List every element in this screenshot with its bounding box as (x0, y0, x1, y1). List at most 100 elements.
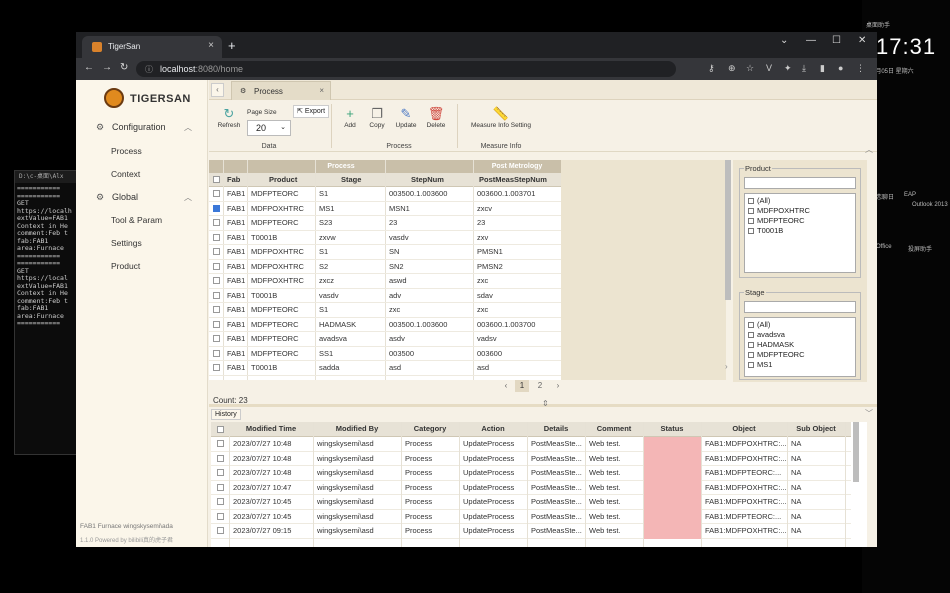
stage-search-input[interactable] (744, 301, 856, 313)
close-window-icon[interactable]: ✕ (858, 35, 866, 46)
tab-search-icon[interactable]: ⌄ (780, 35, 788, 46)
row-checkbox[interactable] (213, 335, 220, 342)
row-checkbox[interactable] (217, 512, 224, 520)
stage-option[interactable]: HADMASK (748, 340, 794, 349)
tab-process[interactable]: ⚙ Process × (231, 81, 331, 100)
browser-tab[interactable]: TigerSan × (82, 36, 222, 58)
row-checkbox[interactable] (217, 527, 224, 534)
checkbox[interactable] (748, 322, 754, 328)
row-checkbox[interactable] (213, 306, 220, 313)
download-icon[interactable]: ⤓ (802, 63, 806, 74)
zoom-icon[interactable]: ⊕ (728, 63, 736, 74)
table-row[interactable]: FAB1 T0001B vasdv adv sdav (209, 289, 561, 303)
checkbox[interactable] (748, 228, 754, 234)
checkbox[interactable] (748, 342, 754, 348)
next-page-icon[interactable]: › (551, 380, 565, 392)
history-row[interactable]: 2023/07/27 10:45 wingskysemi\asd Process Up… (211, 509, 851, 524)
checkbox[interactable] (748, 332, 754, 338)
bookmark-star-icon[interactable]: ☆ (746, 63, 754, 74)
table-row[interactable]: FAB1 MDFPTEORC SS1 003500 003600 (209, 347, 561, 361)
stage-option[interactable]: MDFPTEORC (748, 350, 805, 359)
stage-option[interactable]: MS1 (748, 360, 772, 369)
row-checkbox[interactable] (213, 233, 220, 241)
row-checkbox[interactable] (213, 349, 220, 357)
col-header-product[interactable]: Product (269, 173, 329, 187)
measure-info-setting-button[interactable]: 📏 Measure Info Setting (463, 106, 539, 129)
table-row[interactable]: FAB1 MDFPOXHTRC MS1 MSN1 zxcv (209, 202, 561, 216)
page-size-select[interactable]: 20 ⌄ (247, 120, 291, 136)
forward-icon[interactable]: → (102, 62, 112, 73)
table-row[interactable]: FAB1 MDFPTEORC S1 zxc zxc (209, 303, 561, 318)
row-checkbox[interactable] (213, 262, 220, 270)
url-field[interactable]: ⓘ localhost:8080/home (136, 61, 676, 77)
drag-handle-icon[interactable]: ⇕ (542, 399, 549, 408)
extensions-icon[interactable]: ✦ (784, 63, 792, 74)
table-row[interactable]: FAB1 MDFPOXHTRC S2 SN2 PMSN2 (209, 260, 561, 274)
history-row[interactable]: 2023/07/27 10:48 wingskysemi\asd Process Up… (211, 451, 851, 466)
sidebar-item-process[interactable]: Process (111, 146, 142, 156)
close-tab-icon[interactable]: × (208, 40, 214, 51)
checkbox[interactable] (748, 352, 754, 358)
row-checkbox[interactable] (217, 469, 224, 476)
reload-icon[interactable]: ↻ (120, 62, 128, 73)
row-checkbox[interactable] (217, 440, 224, 447)
table-row[interactable]: FAB1 MDFPTEORC HADMASK 003500.1.003600 00360… (209, 318, 561, 332)
col-header-action[interactable]: Action (459, 422, 527, 436)
history-row[interactable]: 2023/07/27 10:45 wingskysemi\asd Process Up… (211, 495, 851, 510)
checkbox[interactable] (748, 362, 754, 368)
sidebar-item-settings[interactable]: Settings (111, 238, 142, 248)
col-header-modified-by[interactable]: Modified By (313, 422, 401, 436)
desktop-icon-3[interactable]: Outlook 2013 (912, 202, 948, 208)
row-checkbox[interactable] (213, 291, 220, 299)
export-button[interactable]: ⇱ Export (293, 105, 330, 118)
table-row[interactable]: FAB1 T0001B sadda asd asd (209, 361, 561, 376)
col-header-fab[interactable]: Fab (227, 173, 247, 187)
grid-scrollbar[interactable] (725, 160, 731, 300)
refresh-button[interactable]: ↻ Refresh (215, 106, 243, 129)
site-info-icon[interactable]: ⓘ (145, 64, 153, 75)
col-header-stepnum[interactable]: StepNum (411, 173, 461, 187)
chevron-down-icon[interactable]: ﹀ (865, 408, 873, 419)
add-button[interactable]: + Add (339, 106, 361, 129)
product-option[interactable]: MDFPOXHTRC (748, 206, 810, 215)
row-checkbox[interactable] (213, 204, 220, 212)
col-header-object[interactable]: Object (701, 422, 787, 436)
tab-history[interactable]: History (211, 409, 241, 420)
copy-button[interactable]: ❐ Copy (365, 106, 389, 129)
col-header-comment[interactable]: Comment (585, 422, 643, 436)
menu-icon[interactable]: ⋮ (856, 63, 865, 74)
prev-page-icon[interactable]: ‹ (499, 380, 513, 392)
table-row[interactable]: FAB1 MDFPTEORC S23 23 23 (209, 216, 561, 231)
chevron-left-icon[interactable]: ‹ (211, 83, 224, 97)
history-scrollbar[interactable] (853, 422, 859, 482)
col-header-modified-time[interactable]: Modified Time (229, 422, 313, 436)
sidebar-item-tool-param[interactable]: Tool & Param (111, 215, 162, 225)
col-header-sub-object[interactable]: Sub Object (787, 422, 845, 436)
history-row[interactable]: 2023/07/27 10:48 wingskysemi\asd Process Up… (211, 466, 851, 481)
checkbox[interactable] (748, 208, 754, 214)
row-checkbox[interactable] (217, 498, 224, 505)
page-2[interactable]: 2 (533, 380, 547, 392)
maximize-icon[interactable]: ☐ (832, 35, 841, 46)
row-checkbox[interactable] (217, 454, 224, 462)
console-window[interactable]: D:\c-桌面\Alx =========== =========== GET htt… (14, 170, 80, 455)
update-button[interactable]: ✎ Update (392, 106, 420, 129)
col-header-status[interactable]: Status (643, 422, 701, 436)
sidepanel-icon[interactable]: ▮ (820, 63, 825, 74)
minimize-icon[interactable]: — (806, 35, 816, 46)
stage-option[interactable]: avadsva (748, 330, 785, 339)
history-row[interactable]: 2023/07/27 10:47 wingskysemi\asd Process Up… (211, 480, 851, 495)
nav-group-global[interactable]: ⚙ Global ︿ (96, 192, 196, 204)
desktop-icon-4[interactable]: Office (876, 244, 892, 250)
nav-group-configuration[interactable]: ⚙ Configuration ︿ (96, 122, 196, 134)
col-header-category[interactable]: Category (401, 422, 459, 436)
row-checkbox[interactable] (213, 190, 220, 197)
desktop-icon-1[interactable]: 恋聊日 (876, 192, 894, 201)
table-row[interactable]: FAB1 MDFPTEORC S1 003500.1.003600 003600.1.0… (209, 187, 561, 202)
table-row[interactable]: FAB1 MDFPOXHTRC zxcz aswd zxc (209, 274, 561, 289)
page-1[interactable]: 1 (515, 380, 529, 392)
desktop-icon-5[interactable]: 投屏助手 (908, 244, 932, 253)
table-row[interactable]: FAB1 MDFPTEORC avadsva asdv vadsv (209, 332, 561, 347)
select-all-checkbox[interactable] (213, 176, 220, 183)
row-checkbox[interactable] (217, 483, 224, 491)
